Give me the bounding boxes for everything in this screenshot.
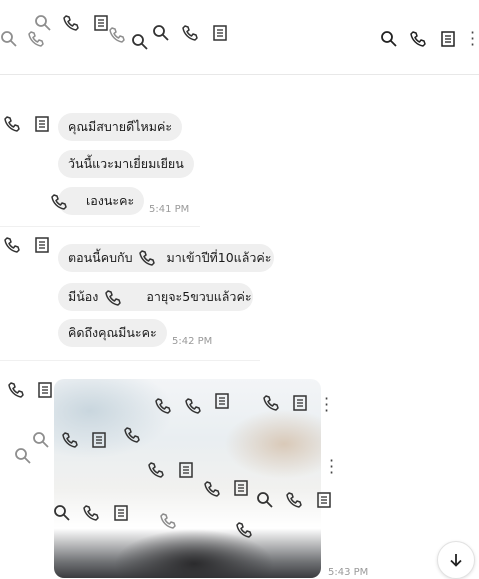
- message-bubble[interactable]: ตอนนี้คบกับ มาเข้าปีที่10แล้วค่ะ: [58, 244, 274, 272]
- divider: [0, 226, 200, 227]
- search-icon: [53, 504, 71, 522]
- note-icon: [232, 479, 250, 497]
- message-bubble[interactable]: คิดถึงคุณมีนะคะ: [58, 319, 167, 347]
- message-bubble[interactable]: คุณมีสบายดีไหมค่ะ: [58, 113, 183, 141]
- phone-icon: [108, 26, 126, 44]
- phone-icon: [61, 431, 79, 449]
- note-icon: [90, 431, 108, 449]
- divider: [0, 360, 260, 361]
- phone-icon: [203, 480, 221, 498]
- note-icon[interactable]: [439, 30, 457, 48]
- note-icon: [213, 392, 231, 410]
- search-icon: [34, 14, 52, 32]
- message-time: 5:43 PM: [328, 567, 369, 578]
- phone-icon: [184, 397, 202, 415]
- phone-icon: [285, 491, 303, 509]
- note-icon: [177, 461, 195, 479]
- search-icon: [256, 491, 274, 509]
- phone-icon: [7, 381, 25, 399]
- message-text: คิดถึงคุณมีนะคะ: [68, 325, 157, 340]
- phone-icon[interactable]: [409, 30, 427, 48]
- phone-icon: [3, 115, 21, 133]
- message-bubble[interactable]: วันนี้แวะมาเยี่ยมเยียน: [58, 150, 194, 178]
- search-icon: [14, 447, 32, 465]
- note-icon: [112, 504, 130, 522]
- message-text: มาเข้าปีที่10แล้วค่ะ: [166, 250, 272, 265]
- phone-icon: [154, 397, 172, 415]
- arrow-down-icon: [448, 552, 464, 568]
- phone-icon: [235, 521, 253, 539]
- search-icon: [32, 431, 50, 449]
- message-time: 5:42 PM: [172, 336, 213, 347]
- search-icon: [131, 33, 149, 51]
- more-icon: · · ·: [324, 389, 330, 420]
- message-bubble[interactable]: มีน้อง อายุจะ5ขวบแล้วค่ะ: [58, 283, 253, 311]
- phone-icon: [104, 289, 122, 307]
- chat-header: [0, 0, 479, 75]
- phone-icon: [123, 426, 141, 444]
- phone-icon: [138, 249, 156, 267]
- note-icon: [315, 491, 333, 509]
- note-icon: [291, 394, 309, 412]
- search-icon: [0, 30, 18, 48]
- message-text: อายุจะ5ขวบแล้วค่ะ: [146, 289, 252, 304]
- message-text: เองนะคะ: [86, 193, 135, 208]
- search-icon: [152, 24, 170, 42]
- phone-icon: [159, 512, 177, 530]
- phone-icon: [181, 24, 199, 42]
- note-icon: [33, 115, 51, 133]
- phone-icon: [82, 504, 100, 522]
- search-icon[interactable]: [380, 30, 398, 48]
- note-icon: [36, 381, 54, 399]
- note-icon: [33, 236, 51, 254]
- message-text: มีน้อง: [68, 289, 99, 304]
- phone-icon: [27, 30, 45, 48]
- phone-icon: [262, 394, 280, 412]
- phone-icon: [147, 461, 165, 479]
- phone-icon: [3, 236, 21, 254]
- message-text: คุณมีสบายดีไหมค่ะ: [68, 119, 173, 134]
- note-icon: [211, 24, 229, 42]
- message-text: วันนี้แวะมาเยี่ยมเยียน: [68, 156, 184, 171]
- more-icon: · · ·: [329, 451, 335, 482]
- message-bubble[interactable]: เองนะคะ: [58, 187, 145, 215]
- message-time: 5:41 PM: [149, 204, 190, 215]
- phone-icon: [62, 14, 80, 32]
- phone-icon: [50, 193, 68, 211]
- message-text: ตอนนี้คบกับ: [68, 250, 133, 265]
- photo-region: [224, 409, 321, 479]
- scroll-to-bottom-button[interactable]: [437, 541, 475, 579]
- more-icon[interactable]: · · ·: [470, 25, 475, 53]
